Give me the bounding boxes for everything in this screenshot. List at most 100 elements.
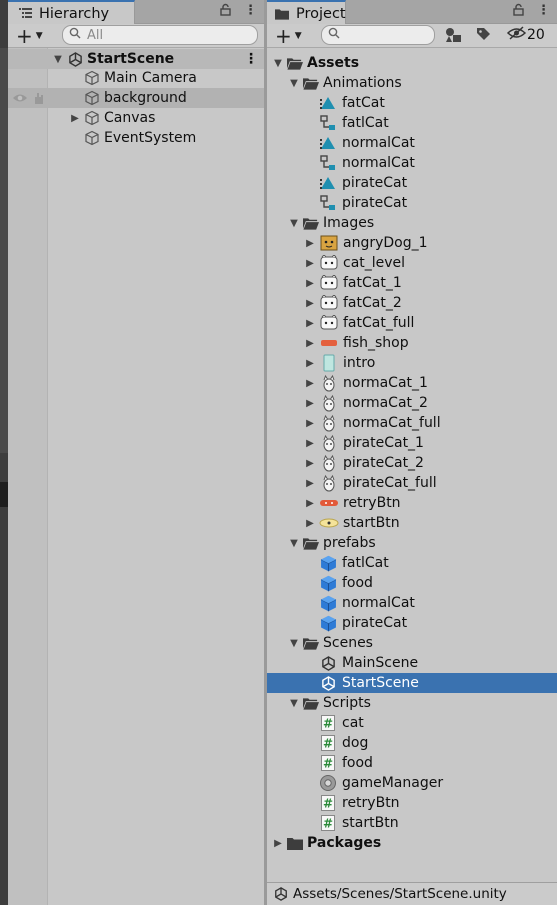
sprite-cat-small-icon [319, 474, 339, 492]
asset-item[interactable]: ▶ intro [267, 353, 557, 373]
asset-item[interactable]: ▶ normaCat_1 [267, 373, 557, 393]
asset-item[interactable]: pirateCat [267, 613, 557, 633]
lock-icon[interactable] [513, 3, 524, 20]
asset-item[interactable]: pirateCat [267, 193, 557, 213]
asset-item[interactable]: ▶ fatCat_1 [267, 273, 557, 293]
hierarchy-item[interactable]: Main Camera [8, 68, 264, 88]
hierarchy-search-input[interactable]: All [62, 25, 258, 45]
svg-text:#: # [323, 737, 333, 751]
expand-arrow-right-icon[interactable]: ▶ [304, 258, 316, 269]
unity-scene-icon [318, 675, 338, 691]
hierarchy-item[interactable]: EventSystem [8, 128, 264, 148]
folder-packages[interactable]: ▶ Packages [267, 833, 557, 853]
asset-item[interactable]: pirateCat [267, 173, 557, 193]
hierarchy-item-label: EventSystem [104, 130, 197, 146]
asset-item[interactable]: fatCat [267, 93, 557, 113]
expand-arrow-right-icon[interactable]: ▶ [304, 358, 316, 369]
folder-assets[interactable]: ▼ Assets [267, 53, 557, 73]
expand-arrow-right-icon[interactable]: ▶ [304, 458, 316, 469]
scene-view-strip [0, 48, 8, 453]
hierarchy-item-label: background [104, 90, 187, 106]
tab-project[interactable]: Project [267, 0, 346, 25]
asset-item[interactable]: ▶ pirateCat_full [267, 473, 557, 493]
create-dropdown-button[interactable]: + ▼ [16, 24, 50, 48]
asset-item[interactable]: # retryBtn [267, 793, 557, 813]
asset-item[interactable]: fatlCat [267, 113, 557, 133]
asset-item[interactable]: ▶ angryDog_1 [267, 233, 557, 253]
folder-prefabs[interactable]: ▼ prefabs [267, 533, 557, 553]
asset-item[interactable]: # food [267, 753, 557, 773]
sprite-button-red-icon [319, 495, 339, 511]
asset-item[interactable]: ▶ fatCat_full [267, 313, 557, 333]
asset-item[interactable]: ▶ normaCat_full [267, 413, 557, 433]
expand-arrow-right-icon[interactable]: ▶ [304, 398, 316, 409]
asset-item[interactable]: food [267, 573, 557, 593]
project-toolbar: + ▼ 20 [267, 24, 557, 48]
unity-scene-icon [318, 655, 338, 671]
folder-images[interactable]: ▼ Images [267, 213, 557, 233]
asset-item[interactable]: # startBtn [267, 813, 557, 833]
expand-arrow-icon[interactable]: ▼ [52, 54, 64, 65]
asset-label: dog [342, 735, 369, 751]
expand-arrow-right-icon[interactable]: ▶ [304, 278, 316, 289]
asset-item[interactable]: ▶ pirateCat_2 [267, 453, 557, 473]
asset-item[interactable]: ▶ fish_shop [267, 333, 557, 353]
expand-arrow-right-icon[interactable]: ▶ [304, 478, 316, 489]
expand-arrow-right-icon[interactable]: ▶ [304, 518, 316, 529]
folder-label: Scenes [323, 635, 373, 651]
expand-arrow-right-icon[interactable]: ▶ [304, 298, 316, 309]
asset-item[interactable]: ▶ retryBtn [267, 493, 557, 513]
asset-label: normalCat [342, 155, 415, 171]
asset-label: normalCat [342, 135, 415, 151]
folder-animations[interactable]: ▼ Animations [267, 73, 557, 93]
asset-item[interactable]: normalCat [267, 133, 557, 153]
asset-item[interactable]: # cat [267, 713, 557, 733]
expand-arrow-icon[interactable]: ▼ [288, 218, 300, 229]
asset-label: fatlCat [342, 555, 389, 571]
asset-item[interactable]: normalCat [267, 593, 557, 613]
asset-item[interactable]: ▶ startBtn [267, 513, 557, 533]
kebab-menu-icon[interactable]: ⋮ [244, 3, 257, 18]
asset-item[interactable]: gameManager [267, 773, 557, 793]
expand-arrow-icon[interactable]: ▼ [288, 638, 300, 649]
asset-item[interactable]: fatlCat [267, 553, 557, 573]
hierarchy-item[interactable]: ▶ Canvas [8, 108, 264, 128]
asset-item-selected[interactable]: StartScene [267, 673, 557, 693]
kebab-menu-icon[interactable]: ⋮ [537, 3, 550, 18]
expand-arrow-right-icon[interactable]: ▶ [304, 338, 316, 349]
folder-scripts[interactable]: ▼ Scripts [267, 693, 557, 713]
asset-item[interactable]: ▶ pirateCat_1 [267, 433, 557, 453]
folder-scenes[interactable]: ▼ Scenes [267, 633, 557, 653]
search-by-type-icon[interactable] [445, 27, 462, 47]
expand-arrow-icon[interactable]: ▼ [288, 78, 300, 89]
expand-arrow-right-icon[interactable]: ▶ [69, 113, 81, 124]
expand-arrow-right-icon[interactable]: ▶ [304, 418, 316, 429]
asset-item[interactable]: MainScene [267, 653, 557, 673]
expand-arrow-right-icon[interactable]: ▶ [304, 438, 316, 449]
expand-arrow-right-icon[interactable]: ▶ [304, 238, 316, 249]
folder-open-icon [303, 635, 319, 651]
scene-row[interactable]: ▼ StartScene ⋮ [8, 49, 264, 69]
asset-item[interactable]: ▶ cat_level [267, 253, 557, 273]
search-by-label-icon[interactable] [476, 27, 491, 46]
asset-item[interactable]: normalCat [267, 153, 557, 173]
asset-item[interactable]: ▶ normaCat_2 [267, 393, 557, 413]
pickable-hand-icon[interactable] [32, 91, 50, 105]
expand-arrow-right-icon[interactable]: ▶ [304, 498, 316, 509]
hierarchy-item-hovered[interactable]: background [8, 88, 264, 108]
scene-menu-icon[interactable]: ⋮ [244, 51, 258, 67]
expand-arrow-right-icon[interactable]: ▶ [304, 378, 316, 389]
asset-item[interactable]: ▶ fatCat_2 [267, 293, 557, 313]
expand-arrow-icon[interactable]: ▼ [288, 538, 300, 549]
visibility-eye-icon[interactable] [12, 93, 30, 103]
expand-arrow-right-icon[interactable]: ▶ [272, 838, 284, 849]
lock-icon[interactable] [220, 3, 231, 20]
hidden-packages-toggle[interactable]: 20 [506, 26, 545, 44]
expand-arrow-icon[interactable]: ▼ [288, 698, 300, 709]
expand-arrow-right-icon[interactable]: ▶ [304, 318, 316, 329]
expand-arrow-icon[interactable]: ▼ [272, 58, 284, 69]
project-search-input[interactable] [321, 25, 435, 45]
asset-item[interactable]: # dog [267, 733, 557, 753]
create-dropdown-button[interactable]: + ▼ [275, 24, 309, 48]
tab-hierarchy[interactable]: Hierarchy [8, 0, 135, 25]
